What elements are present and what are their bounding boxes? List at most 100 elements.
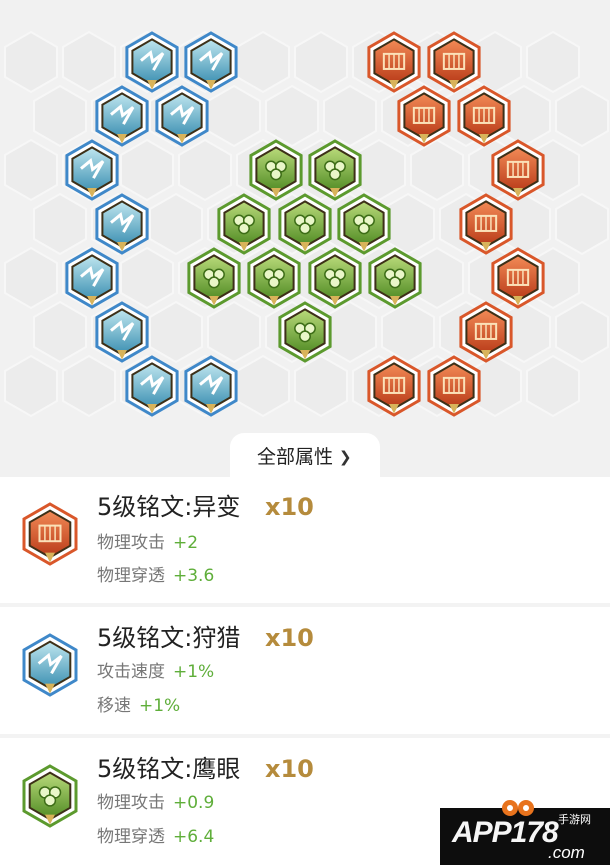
empty-rune-slot [4, 246, 58, 310]
empty-rune-slot [294, 354, 348, 418]
rune-attribute: 攻击速度 +1% [97, 661, 214, 683]
attribute-name: 物理穿透 [97, 827, 165, 847]
empty-rune-slot [120, 246, 174, 310]
blue-rune-slot[interactable] [95, 85, 149, 147]
watermark-mascot-icon [502, 800, 534, 816]
attribute-name: 移速 [97, 696, 131, 716]
green-rune-slot[interactable] [368, 247, 422, 309]
red-rune-slot[interactable] [491, 247, 545, 309]
blue-rune-slot[interactable] [95, 301, 149, 363]
rune-board-grid [4, 30, 609, 418]
green-rune-emblem[interactable] [22, 764, 78, 828]
empty-rune-slot [33, 300, 87, 364]
rune-entry[interactable]: 5级铭文:异变 x10 物理攻击 +2 物理穿透 +3.6 [0, 477, 610, 605]
rune-attribute: 物理穿透 +3.6 [97, 565, 214, 587]
divider [0, 734, 610, 738]
toggle-label: 全部属性 [257, 446, 334, 468]
red-rune-slot[interactable] [427, 355, 481, 417]
watermark-brand: APP178 [452, 816, 559, 849]
attribute-value: +1% [173, 662, 215, 682]
empty-rune-slot [323, 84, 377, 148]
green-rune-slot[interactable] [308, 247, 362, 309]
red-rune-slot[interactable] [459, 193, 513, 255]
empty-rune-slot [236, 30, 290, 94]
empty-rune-slot [4, 138, 58, 202]
rune-attribute: 移速 +1% [97, 695, 180, 717]
chevron-down-icon: ❯ [339, 448, 352, 466]
green-rune-slot[interactable] [308, 139, 362, 201]
all-attributes-toggle[interactable]: 全部属性 ❯ [0, 433, 610, 477]
watermark-sub: 手游网 [558, 813, 591, 826]
empty-rune-slot [33, 84, 87, 148]
red-rune-slot[interactable] [457, 85, 511, 147]
rune-title: 5级铭文:狩猎 [97, 624, 241, 652]
blue-rune-slot[interactable] [65, 247, 119, 309]
empty-rune-slot [323, 300, 377, 364]
blue-rune-slot[interactable] [155, 85, 209, 147]
green-rune-slot[interactable] [278, 301, 332, 363]
empty-rune-slot [178, 138, 232, 202]
empty-rune-slot [265, 84, 319, 148]
blue-rune-slot[interactable] [95, 193, 149, 255]
red-rune-emblem[interactable] [22, 502, 78, 566]
attribute-value: +0.9 [173, 793, 215, 813]
divider [0, 603, 610, 607]
attribute-name: 物理穿透 [97, 566, 165, 586]
green-rune-slot[interactable] [337, 193, 391, 255]
blue-rune-slot[interactable] [184, 31, 238, 93]
red-rune-slot[interactable] [397, 85, 451, 147]
empty-rune-slot [4, 354, 58, 418]
blue-rune-icon [22, 633, 78, 697]
empty-rune-slot [381, 300, 435, 364]
empty-rune-slot [555, 84, 609, 148]
red-rune-slot[interactable] [427, 31, 481, 93]
empty-rune-slot [120, 138, 174, 202]
empty-rune-slot [410, 138, 464, 202]
attribute-name: 攻击速度 [97, 662, 165, 682]
watermark-domain: .com [548, 843, 585, 862]
green-rune-slot[interactable] [278, 193, 332, 255]
attribute-value: +2 [173, 533, 199, 553]
empty-rune-slot [207, 300, 261, 364]
attribute-value: +3.6 [173, 566, 215, 586]
empty-rune-slot [207, 84, 261, 148]
blue-rune-slot[interactable] [125, 31, 179, 93]
empty-rune-slot [236, 354, 290, 418]
blue-rune-emblem[interactable] [22, 633, 78, 697]
attribute-name: 物理攻击 [97, 533, 165, 553]
rune-count: x10 [265, 493, 314, 521]
empty-rune-slot [149, 300, 203, 364]
rune-title: 5级铭文:鹰眼 [97, 755, 241, 783]
empty-rune-slot [555, 192, 609, 256]
empty-rune-slot [149, 192, 203, 256]
blue-rune-slot[interactable] [184, 355, 238, 417]
green-rune-slot[interactable] [217, 193, 271, 255]
rune-count: x10 [265, 755, 314, 783]
green-rune-icon [22, 764, 78, 828]
blue-rune-slot[interactable] [125, 355, 179, 417]
rune-attribute: 物理攻击 +0.9 [97, 792, 214, 814]
rune-entry[interactable]: 5级铭文:狩猎 x10 攻击速度 +1% 移速 +1% [0, 608, 610, 736]
empty-rune-slot [555, 300, 609, 364]
rune-attribute: 物理攻击 +2 [97, 532, 198, 554]
red-rune-icon [22, 502, 78, 566]
green-rune-slot[interactable] [187, 247, 241, 309]
empty-rune-slot [526, 354, 580, 418]
empty-rune-slot [33, 192, 87, 256]
attribute-value: +1% [139, 696, 181, 716]
empty-rune-slot [526, 30, 580, 94]
red-rune-slot[interactable] [459, 301, 513, 363]
green-rune-slot[interactable] [247, 247, 301, 309]
rune-board: 全部属性 ❯ [0, 0, 610, 477]
blue-rune-slot[interactable] [65, 139, 119, 201]
attribute-value: +6.4 [173, 827, 215, 847]
empty-rune-slot [62, 30, 116, 94]
red-rune-slot[interactable] [491, 139, 545, 201]
rune-count: x10 [265, 624, 314, 652]
red-rune-slot[interactable] [367, 31, 421, 93]
rune-attribute: 物理穿透 +6.4 [97, 826, 214, 848]
green-rune-slot[interactable] [249, 139, 303, 201]
empty-rune-slot [62, 354, 116, 418]
empty-rune-slot [4, 30, 58, 94]
red-rune-slot[interactable] [367, 355, 421, 417]
